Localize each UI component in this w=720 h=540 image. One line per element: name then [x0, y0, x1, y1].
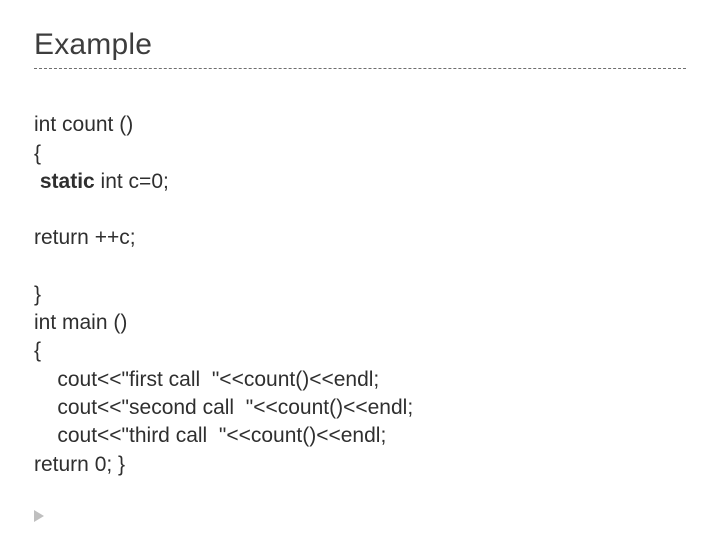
- code-line: return ++c;: [34, 226, 136, 249]
- slide-title: Example: [34, 28, 686, 62]
- code-line: cout<<"first call "<<count()<<endl;: [34, 368, 379, 391]
- code-line: cout<<"third call "<<count()<<endl;: [34, 424, 386, 447]
- keyword-static: static: [40, 170, 95, 193]
- slide: Example int count () { static int c=0; r…: [0, 0, 720, 540]
- code-line: int main (): [34, 311, 127, 334]
- code-text: int c=0;: [95, 170, 169, 193]
- code-line: }: [34, 283, 41, 306]
- code-line: {: [34, 339, 41, 362]
- code-line: cout<<"second call "<<count()<<endl;: [34, 396, 413, 419]
- title-block: Example: [34, 28, 686, 69]
- code-line: {: [34, 142, 41, 165]
- blank-line: [34, 253, 686, 281]
- code-line: return 0; }: [34, 453, 125, 476]
- code-block: int count () { static int c=0; return ++…: [34, 83, 686, 507]
- code-line: static int c=0;: [34, 170, 169, 193]
- code-line: int count (): [34, 113, 133, 136]
- play-icon: [34, 510, 44, 522]
- blank-line: [34, 196, 686, 224]
